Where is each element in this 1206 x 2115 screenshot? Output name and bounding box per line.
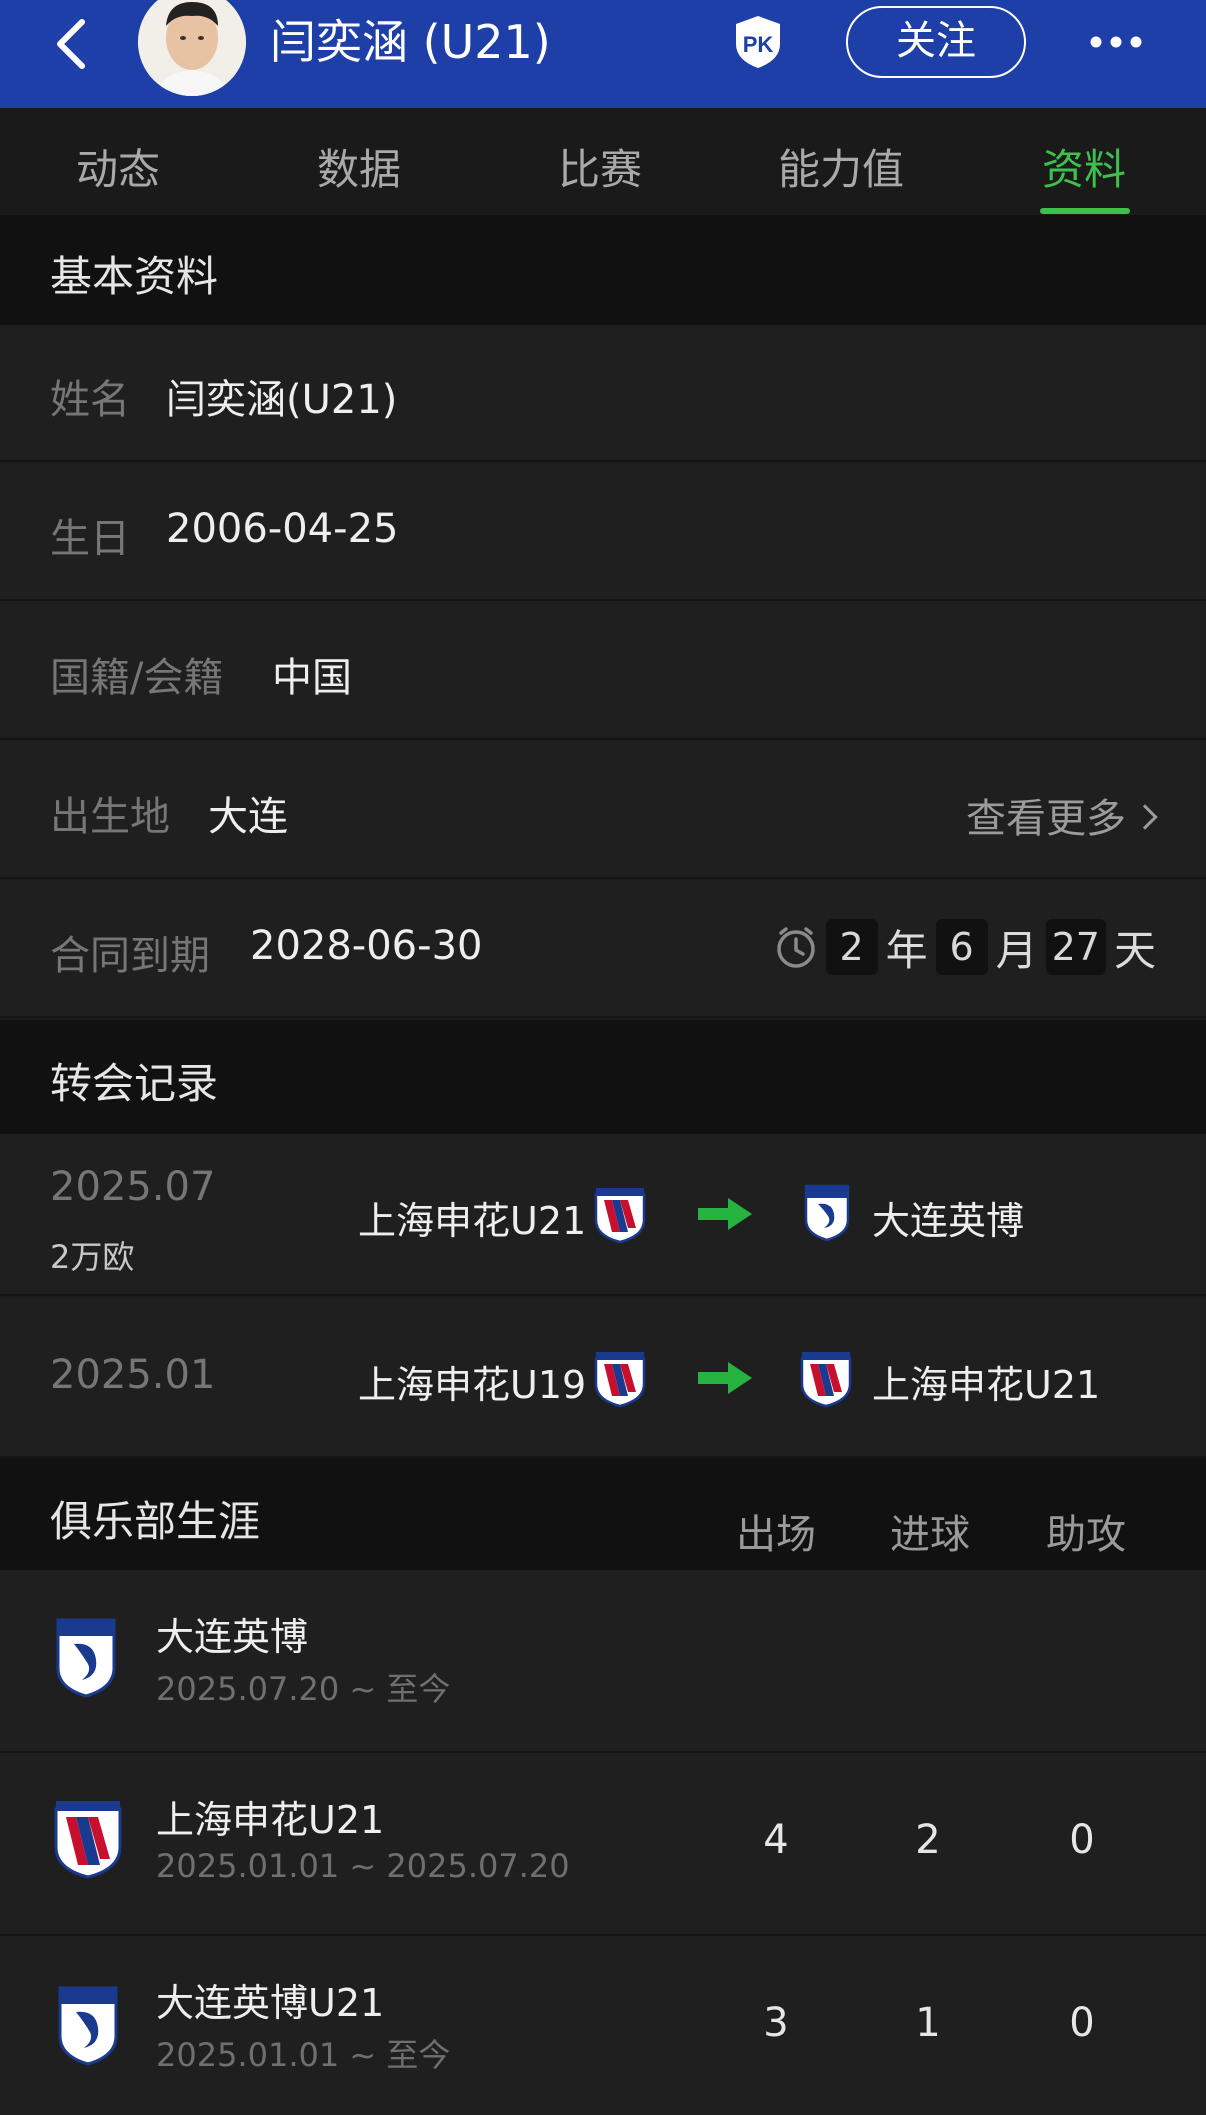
active-tab-indicator (1040, 208, 1130, 214)
contract-value: 2028-06-30 (250, 923, 483, 969)
career-row[interactable]: 大连英博U21 2025.01.01 ~ 至今 3 1 0 (0, 1936, 1206, 2115)
col-assists: 助攻 (1046, 1512, 1126, 1558)
transfer-to-club: 上海申花U21 (872, 1363, 1101, 1407)
transfer-from-club: 上海申花U21 (358, 1199, 587, 1243)
name-value: 闫奕涵(U21) (166, 377, 398, 423)
chevron-right-icon (1132, 804, 1158, 830)
transfer-row[interactable]: 2025.01 上海申花U19 上海申花U21 (0, 1298, 1206, 1458)
transfer-header: 转会记录 (0, 1020, 1206, 1134)
nationality-label: 国籍/会籍 (50, 655, 224, 701)
arrow-right-icon (698, 1198, 752, 1230)
transfer-row[interactable]: 2025.07 2万欧 上海申花U21 大连英博 (0, 1134, 1206, 1296)
chevron-left-icon (57, 19, 85, 69)
transfer-date: 2025.01 (50, 1352, 216, 1398)
info-row-name: 姓名 闫奕涵(U21) (0, 325, 1206, 462)
info-row-birthday: 生日 2006-04-25 (0, 464, 1206, 601)
countdown-months: 6 (935, 919, 988, 975)
section-title-transfers: 转会记录 (50, 1059, 219, 1108)
player-photo (138, 0, 246, 96)
section-title-career: 俱乐部生涯 (50, 1497, 261, 1546)
dalian-logo (804, 1184, 850, 1242)
basic-info-header: 基本资料 (0, 215, 1206, 325)
dalian-logo (58, 1986, 118, 2066)
info-row-nationality: 国籍/会籍 中国 (0, 603, 1206, 740)
tab-dynamics[interactable]: 动态 (76, 136, 160, 197)
tab-matches[interactable]: 比赛 (558, 136, 642, 197)
stat-appearances: 4 (763, 1817, 789, 1863)
birthplace-value: 大连 (208, 794, 288, 840)
countdown-years: 2 (825, 919, 878, 975)
avatar[interactable] (138, 0, 246, 96)
days-unit: 天 (1113, 925, 1156, 975)
back-button[interactable] (48, 14, 98, 74)
page-title: 闫奕涵 (U21) (270, 15, 551, 69)
months-unit: 月 (995, 925, 1038, 975)
club-period: 2025.01.01 ~ 至今 (156, 2036, 451, 2074)
arrow-right-icon (698, 1362, 752, 1394)
transfer-from-club: 上海申花U19 (358, 1363, 587, 1407)
shenhua-logo (54, 1801, 122, 1879)
more-dots-icon (1090, 36, 1142, 48)
tab-bar: 动态 数据 比赛 能力值 资料 (0, 108, 1206, 215)
stat-assists: 0 (1069, 2000, 1095, 2046)
alarm-clock-icon (776, 927, 815, 968)
career-row[interactable]: 大连英博 2025.07.20 ~ 至今 (0, 1570, 1206, 1753)
contract-countdown: 2 年 6 月 27 天 (772, 917, 1156, 977)
stat-goals: 2 (915, 1817, 941, 1863)
info-row-contract: 合同到期 2028-06-30 2 年 6 月 27 天 (0, 881, 1206, 1018)
shenhua-logo (594, 1352, 646, 1408)
shenhua-logo (800, 1352, 852, 1408)
tab-ability[interactable]: 能力值 (778, 136, 904, 197)
career-header: 俱乐部生涯 出场 进球 助攻 (0, 1458, 1206, 1570)
birthplace-label: 出生地 (50, 794, 170, 840)
dalian-logo (56, 1618, 116, 1698)
tab-profile[interactable]: 资料 (1042, 136, 1126, 197)
countdown-days: 27 (1045, 919, 1106, 975)
transfer-to-club: 大连英博 (872, 1199, 1025, 1243)
view-more-link[interactable]: 查看更多 (966, 786, 1158, 844)
section-title-basic-info: 基本资料 (50, 252, 219, 301)
tab-data[interactable]: 数据 (317, 136, 401, 197)
stat-goals: 1 (915, 2000, 941, 2046)
top-bar: 闫奕涵 (U21) PK 关注 (0, 0, 1206, 108)
stat-assists: 0 (1069, 1817, 1095, 1863)
years-unit: 年 (885, 925, 928, 975)
stat-appearances: 3 (763, 2000, 789, 2046)
more-options-button[interactable] (1086, 24, 1146, 60)
view-more-label: 查看更多 (966, 796, 1126, 842)
col-goals: 进球 (890, 1512, 970, 1558)
contract-label: 合同到期 (50, 933, 210, 979)
info-row-birthplace[interactable]: 出生地 大连 查看更多 (0, 742, 1206, 879)
club-name: 上海申花U21 (156, 1798, 385, 1842)
pk-label: PK (743, 32, 774, 57)
pk-button[interactable]: PK (730, 12, 786, 72)
shenhua-logo (594, 1188, 646, 1244)
transfer-fee: 2万欧 (50, 1238, 135, 1276)
name-label: 姓名 (50, 377, 130, 423)
follow-button[interactable]: 关注 (846, 6, 1026, 78)
birthday-label: 生日 (50, 516, 130, 562)
club-period: 2025.01.01 ~ 2025.07.20 (156, 1847, 570, 1885)
transfer-date: 2025.07 (50, 1164, 216, 1210)
club-name: 大连英博U21 (156, 1981, 385, 2025)
nationality-value: 中国 (272, 655, 352, 701)
club-name: 大连英博 (156, 1615, 309, 1659)
col-appearances: 出场 (736, 1512, 816, 1558)
club-period: 2025.07.20 ~ 至今 (156, 1670, 451, 1708)
career-row[interactable]: 上海申花U21 2025.01.01 ~ 2025.07.20 4 2 0 (0, 1753, 1206, 1936)
birthday-value: 2006-04-25 (166, 506, 399, 552)
pk-shield-icon: PK (736, 16, 780, 68)
